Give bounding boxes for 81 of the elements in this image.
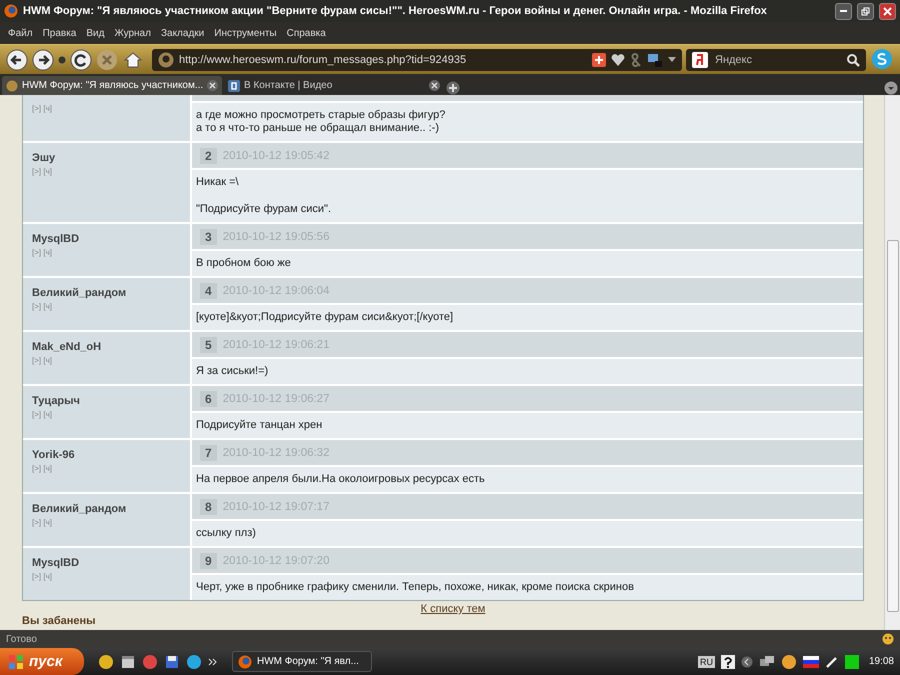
restore-button[interactable] [857, 2, 874, 20]
topic-list-link[interactable]: К списку тем [420, 603, 486, 615]
menu-item[interactable]: Закладки [160, 28, 204, 38]
search-icon[interactable] [846, 52, 860, 66]
close-tab-icon[interactable] [429, 80, 440, 91]
reload-icon[interactable] [70, 48, 92, 70]
close-tab-icon[interactable] [207, 80, 218, 91]
post-text: Черт, уже в пробнике графику сменили. Теперь, похоже, никак, кроме поиска скринов [196, 581, 634, 594]
close-button[interactable] [879, 2, 896, 20]
firefox-icon [4, 4, 18, 18]
post-number[interactable]: 4 [200, 282, 217, 298]
back-icon[interactable] [6, 48, 28, 70]
post-number[interactable]: 9 [200, 552, 217, 568]
menu-item[interactable]: Инструменты [214, 28, 277, 38]
browser-tab[interactable]: HWM Форум: "Я являюсь участником... [2, 76, 222, 95]
scrollbar-thumb[interactable] [886, 240, 898, 612]
post-text: "Подрисуйте фурам сиси". [196, 203, 332, 216]
post-number[interactable]: 7 [200, 444, 217, 460]
window-title: HWM Форум: "Я являюсь участником акции "Верните фурам сисы!"". HeroesWM.ru - Герои войны и денег. Онлайн игра. - Mozilla Firefox [23, 5, 768, 17]
menu-item[interactable]: Файл [8, 28, 33, 38]
clock: 19:08 [868, 656, 894, 667]
author-name[interactable]: Mak_eNd_oH [32, 341, 102, 353]
chevron-icon[interactable] [208, 656, 218, 666]
post-text: Я за сиськи!=) [196, 365, 268, 378]
post-number[interactable]: 5 [200, 336, 217, 352]
post-text: [куоте]&куот;Подрисуйте фурам сиси&куот;[/куоте] [196, 311, 454, 324]
browser-tab[interactable]: В Контакте | Видео [224, 76, 444, 95]
scrollbar[interactable] [884, 95, 900, 630]
site-icon [6, 80, 18, 92]
flag-icon[interactable] [802, 656, 819, 668]
new-tab-icon[interactable] [446, 81, 460, 95]
menu-item[interactable]: Журнал [114, 28, 151, 38]
forward-icon[interactable] [32, 48, 54, 70]
post-text: В пробном бою же [196, 257, 291, 270]
smiley-icon [882, 633, 894, 645]
vk-icon [228, 80, 240, 92]
minimize-icon [840, 10, 847, 12]
post-text: ссылку плз) [196, 527, 256, 540]
post-text: Подрисуйте танцан хрен [196, 419, 322, 432]
clapperboard-icon[interactable] [120, 654, 136, 670]
close-icon [883, 6, 892, 16]
pen-icon[interactable] [824, 654, 839, 668]
menu-item[interactable]: Вид [86, 28, 104, 38]
address-bar[interactable]: http://www.heroeswm.ru/forum_messages.php?tid=924935 [152, 48, 682, 70]
post-text: На первое апреля были.На околоигровых ресурсах есть [196, 473, 485, 486]
help-icon[interactable] [720, 654, 735, 668]
author-name[interactable]: MysqlBD [32, 233, 80, 245]
post-number[interactable]: 6 [200, 390, 217, 406]
status-square-icon[interactable] [844, 654, 859, 668]
heart-icon[interactable] [611, 52, 625, 66]
author-name[interactable]: Эшу [32, 152, 56, 164]
author-name[interactable]: Туцарыч [32, 395, 80, 407]
ampersand-icon[interactable] [630, 52, 642, 66]
start-button[interactable]: пуск [0, 648, 84, 675]
search-field[interactable]: Яндекс [713, 52, 841, 66]
status-text: Готово [6, 634, 37, 644]
dropdown-icon[interactable] [58, 56, 66, 64]
firefox-icon [238, 654, 252, 668]
post-number[interactable]: 8 [200, 498, 217, 514]
post-number[interactable]: 2 [200, 148, 217, 164]
author-name[interactable]: MysqlBD [32, 557, 80, 569]
site-icon [158, 52, 174, 68]
ban-notice: Вы забанены [22, 615, 96, 627]
minimize-button[interactable] [835, 2, 852, 20]
author-name[interactable]: Великий_рандом [32, 503, 126, 515]
caret-icon[interactable] [668, 56, 676, 62]
post-text: а где можно просмотреть старые образы фигур? а то я что-то раньше не обращал внимание.. :-) [196, 109, 446, 135]
menu-item[interactable]: Справка [286, 28, 326, 38]
taskbar-window-button[interactable]: HWM Форум: "Я явл... [232, 651, 372, 672]
tab-list-icon[interactable] [884, 81, 898, 95]
tray-expand-icon[interactable] [740, 654, 753, 670]
search-box[interactable]: Яндекс [686, 48, 866, 70]
language-indicator[interactable]: RU [698, 656, 715, 668]
author-name[interactable]: Великий_рандом [32, 287, 126, 299]
restore-icon [861, 6, 870, 16]
plus-icon[interactable] [592, 52, 606, 66]
post-text: Никак =\ [196, 176, 239, 189]
author-name[interactable]: Yorik-96 [32, 449, 75, 461]
windows-logo-icon [8, 654, 24, 670]
post-number[interactable]: 3 [200, 228, 217, 244]
menu-item[interactable]: Правка [42, 28, 76, 38]
